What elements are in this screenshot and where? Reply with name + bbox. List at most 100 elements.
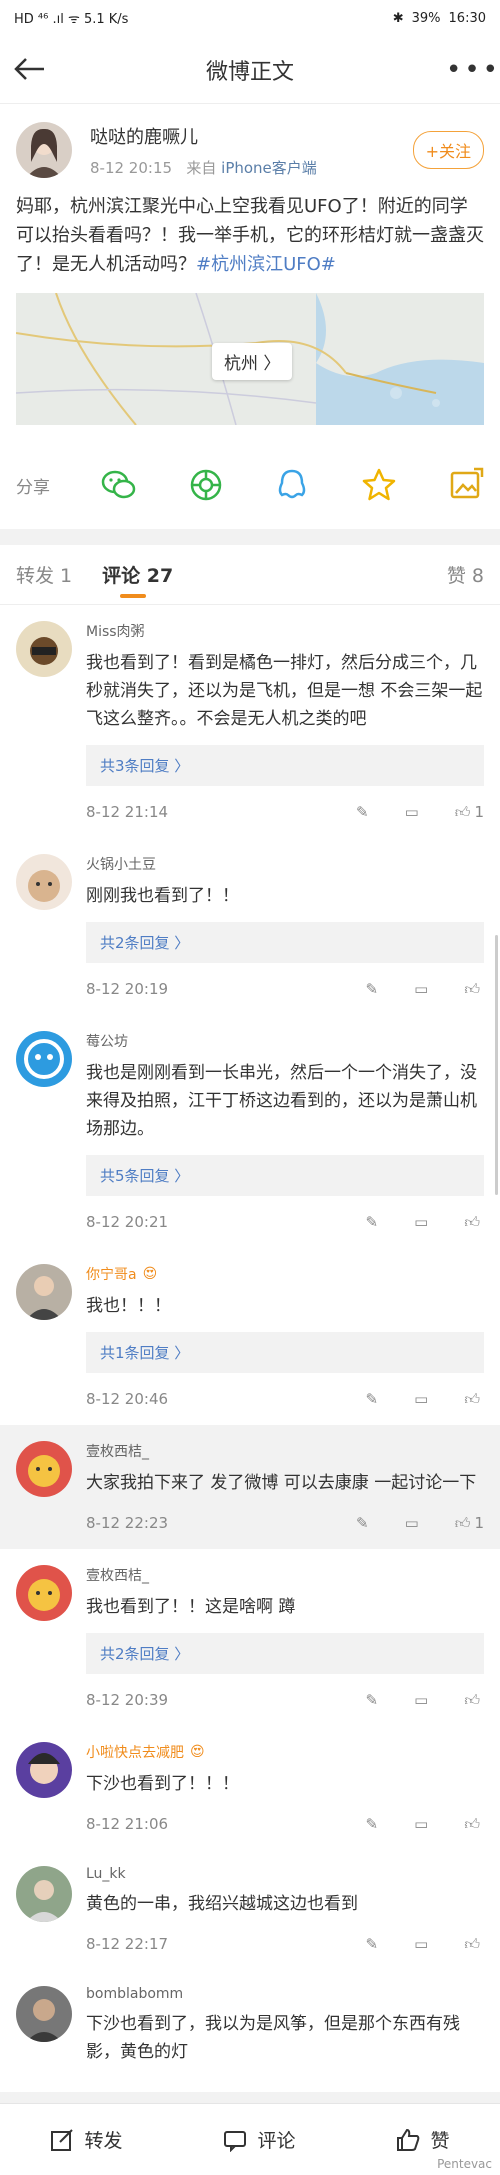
image-share-icon[interactable] [448,467,484,503]
repost-icon[interactable]: ✎ [366,1935,379,1953]
reply-icon[interactable]: ▭ [414,1390,428,1408]
post-source[interactable]: iPhone客户端 [221,159,317,177]
thumb-up-icon: 👍︎ [464,1690,480,1709]
comment-footer: 8-12 20:21 ✎ ▭ 👍︎ [86,1196,484,1248]
replies-link[interactable]: 共2条回复 〉 [86,922,484,963]
follow-button[interactable]: +关注 [412,131,484,169]
repost-icon[interactable]: ✎ [366,1390,379,1408]
comment-time: 8-12 20:21 [86,1213,169,1231]
comment-text: 我也是刚刚看到一长串光，然后一个一个消失了，没来得及拍照，江干丁桥这边看到的，还… [86,1063,477,1139]
network-indicator: HD ⁴⁶ .ıl ᯤ 5.1 K/s [14,12,129,27]
comment-footer: 8-12 20:19 ✎ ▭ 👍︎ [86,963,484,1015]
like-button[interactable]: 👍︎ [464,1691,484,1710]
repost-icon[interactable]: ✎ [356,1514,369,1532]
more-icon[interactable]: ••• [446,55,498,85]
like-button[interactable]: 👍︎ [464,1935,484,1954]
repost-icon[interactable]: ✎ [356,803,369,821]
replies-link[interactable]: 共5条回复 〉 [86,1155,484,1196]
author-name[interactable]: 哒哒的鹿噘儿 [90,123,413,149]
comment-item: bomblabomm 下沙也看到了，我以为是风筝，但是那个东西有残影，黄色的灯 [0,1970,500,2066]
location-map[interactable]: 杭州 〉 [16,293,484,425]
commenter-name-text: 小啦快点去减肥 [86,1745,184,1761]
replies-link[interactable]: 共1条回复 〉 [86,1332,484,1373]
tab-repost[interactable]: 转发 1 [16,561,72,588]
commenter-name[interactable]: 你宁哥a 😍 [86,1264,484,1284]
commenter-avatar[interactable] [16,1264,72,1320]
like-button[interactable]: 👍︎ 1 [455,803,484,822]
like-button[interactable]: 👍︎ [464,1815,484,1834]
like-button[interactable]: 👍︎ [464,1213,484,1232]
qq-icon[interactable] [274,467,310,503]
comment-text: 大家我拍下来了 发了微博 可以去康康 一起讨论一下 [86,1473,477,1493]
commenter-avatar[interactable] [16,1742,72,1798]
reply-icon[interactable]: ▭ [405,803,419,821]
back-arrow-icon[interactable] [14,50,54,90]
commenter-name[interactable]: bomblabomm [86,1986,484,2002]
commenter-name-text: 你宁哥a [86,1267,137,1283]
comment-footer: 8-12 21:06 ✎ ▭ 👍︎ [86,1798,484,1850]
map-location-label[interactable]: 杭州 〉 [212,343,293,380]
hashtag-link[interactable]: #杭州滨江UFO# [196,254,336,275]
comment-item: Lu_kk 黄色的一串，我绍兴越城这边也看到 8-12 22:17 ✎ ▭ 👍︎ [0,1850,500,1970]
comment-button[interactable]: 评论 [223,2126,296,2153]
comment-time: 8-12 20:19 [86,980,169,998]
moments-icon[interactable] [188,467,224,503]
commenter-avatar[interactable] [16,1031,72,1087]
repost-icon[interactable]: ✎ [366,980,379,998]
share-row: 分享 [0,437,500,529]
repost-icon[interactable]: ✎ [366,1213,379,1231]
reply-icon[interactable]: ▭ [414,1213,428,1231]
comment-list: Miss肉粥 我也看到了！看到是橘色一排灯，然后分成三个，几秒就消失了，还以为是… [0,605,500,2066]
reply-icon[interactable]: ▭ [405,1514,419,1532]
commenter-name[interactable]: Lu_kk [86,1866,484,1882]
reply-icon[interactable]: ▭ [414,1815,428,1833]
commenter-name[interactable]: 莓公坊 [86,1031,484,1051]
repost-label: 转发 [84,2130,123,2152]
thumb-up-icon: 👍︎ [454,1513,471,1532]
post-time: 8-12 20:15 [90,158,173,177]
reply-icon[interactable]: ▭ [414,1691,428,1709]
reply-icon[interactable]: ▭ [414,1935,428,1953]
like-button[interactable]: 👍︎ [464,980,484,999]
tab-comments[interactable]: 评论 27 [102,561,173,588]
like-count: 1 [474,1514,484,1532]
comment-actions: ✎ ▭ 👍︎ 1 [356,1514,484,1533]
commenter-avatar[interactable] [16,621,72,677]
comment-actions: ✎ ▭ 👍︎ [366,1935,484,1954]
commenter-avatar[interactable] [16,1866,72,1922]
commenter-name[interactable]: 壹枚西桔_ [86,1565,484,1585]
comment-time: 8-12 22:23 [86,1514,169,1532]
reply-icon[interactable]: ▭ [414,980,428,998]
repost-button[interactable]: 转发 [50,2126,123,2153]
wechat-icon[interactable] [101,467,137,503]
like-button[interactable]: 👍︎ 1 [455,1514,484,1533]
replies-link[interactable]: 共2条回复 〉 [86,1633,484,1674]
commenter-name[interactable]: 壹枚西桔_ [86,1441,484,1461]
commenter-avatar[interactable] [16,854,72,910]
comment-item: 火锅小土豆 刚刚我也看到了！！ 共2条回复 〉 8-12 20:19 ✎ ▭ 👍… [0,838,500,1015]
like-button[interactable]: 👍︎ [464,1390,484,1409]
comment-body: 壹枚西桔_ 大家我拍下来了 发了微博 可以去康康 一起讨论一下 8-12 22:… [86,1441,484,1549]
commenter-name[interactable]: 火锅小土豆 [86,854,484,874]
author-avatar[interactable] [16,122,72,178]
commenter-name[interactable]: 小啦快点去减肥 😍 [86,1742,484,1762]
comment-footer: 8-12 21:14 ✎ ▭ 👍︎ 1 [86,786,484,838]
comment-actions: ✎ ▭ 👍︎ [366,1815,484,1834]
commenter-name[interactable]: Miss肉粥 [86,621,484,641]
commenter-avatar[interactable] [16,1565,72,1621]
replies-link[interactable]: 共3条回复 〉 [86,745,484,786]
commenter-avatar[interactable] [16,1986,72,2042]
repost-icon[interactable]: ✎ [366,1691,379,1709]
thumb-up-icon: 👍︎ [454,802,471,821]
repost-icon[interactable]: ✎ [366,1815,379,1833]
thumb-up-icon: 👍︎ [464,979,480,998]
comment-body: 壹枚西桔_ 我也看到了！！这是啥啊 蹲 共2条回复 〉 8-12 20:39 ✎… [86,1565,484,1726]
commenter-avatar[interactable] [16,1441,72,1497]
favorite-icon[interactable] [361,467,397,503]
comment-text: 我也看到了！！这是啥啊 蹲 [86,1597,296,1617]
thumb-up-icon: 👍︎ [464,1934,480,1953]
like-button[interactable]: 赞 [396,2126,450,2153]
post: 哒哒的鹿噘儿 8-12 20:15 来自 iPhone客户端 +关注 妈耶，杭州… [0,104,500,437]
tab-likes[interactable]: 赞 8 [447,561,484,588]
thumb-up-icon: 👍︎ [464,1814,480,1833]
